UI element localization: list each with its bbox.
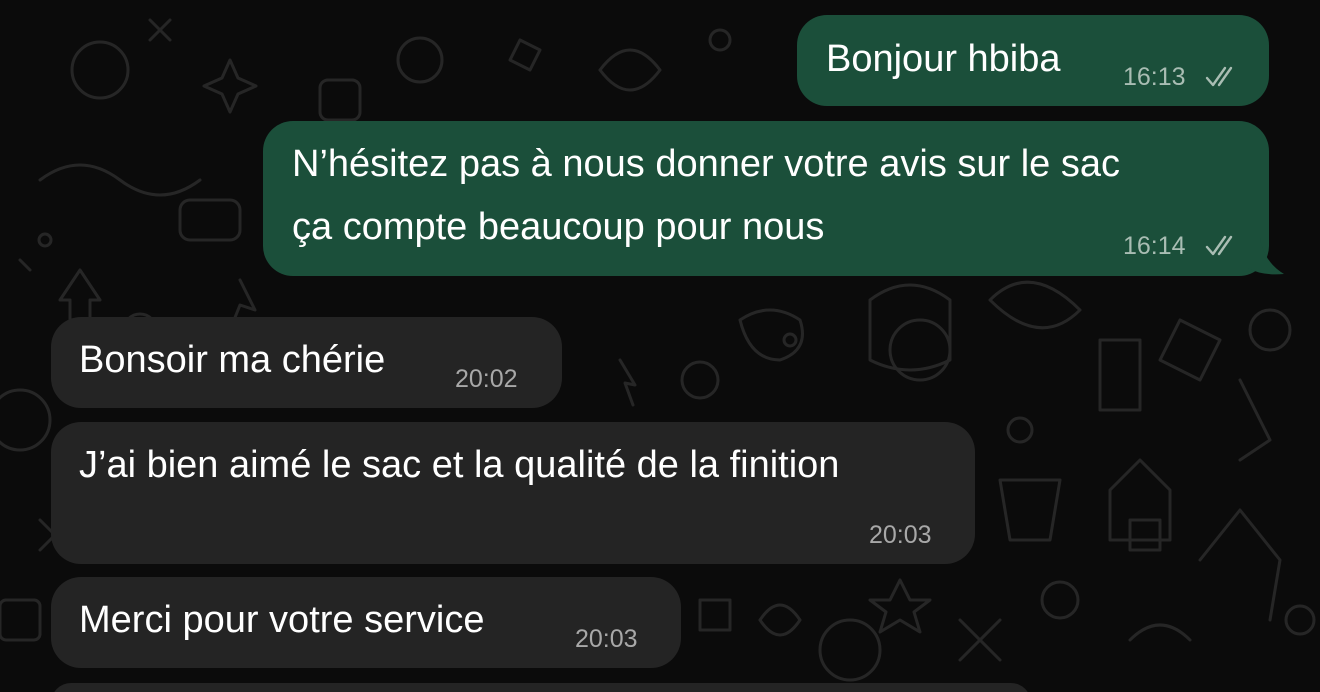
message-timestamp: 16:13 — [1123, 63, 1186, 91]
bubble-tail — [1248, 238, 1284, 275]
message-bubble-outgoing[interactable]: N’hésitez pas à nous donner votre avis s… — [263, 121, 1269, 276]
message-text: J’ai bien aimé le sac et la qualité de l… — [79, 444, 840, 486]
message-text-line: ça compte beaucoup pour nous — [292, 206, 825, 248]
message-text: Merci pour votre service — [79, 599, 485, 641]
message-bubble-incoming[interactable]: Merci pour votre service 20:03 — [51, 577, 681, 668]
message-bubble-incoming[interactable]: J’ai bien aimé le sac et la qualité de l… — [51, 422, 975, 564]
double-check-icon — [1205, 66, 1233, 87]
message-timestamp: 20:02 — [455, 365, 518, 393]
message-timestamp: 16:14 — [1123, 232, 1186, 260]
message-bubble-incoming[interactable]: Bonsoir ma chérie 20:02 — [51, 317, 562, 408]
double-check-icon — [1205, 235, 1233, 256]
message-bubble-incoming-partial[interactable] — [51, 683, 1031, 692]
message-bubble-outgoing[interactable]: Bonjour hbiba 16:13 — [797, 15, 1269, 106]
message-text-line: N’hésitez pas à nous donner votre avis s… — [292, 143, 1120, 185]
message-text: Bonsoir ma chérie — [79, 339, 386, 381]
message-timestamp: 20:03 — [575, 625, 638, 653]
message-timestamp: 20:03 — [869, 521, 932, 549]
chat-view[interactable]: Bonjour hbiba 16:13 N’hésitez pas à nous… — [0, 0, 1320, 692]
message-text: Bonjour hbiba — [826, 38, 1061, 80]
